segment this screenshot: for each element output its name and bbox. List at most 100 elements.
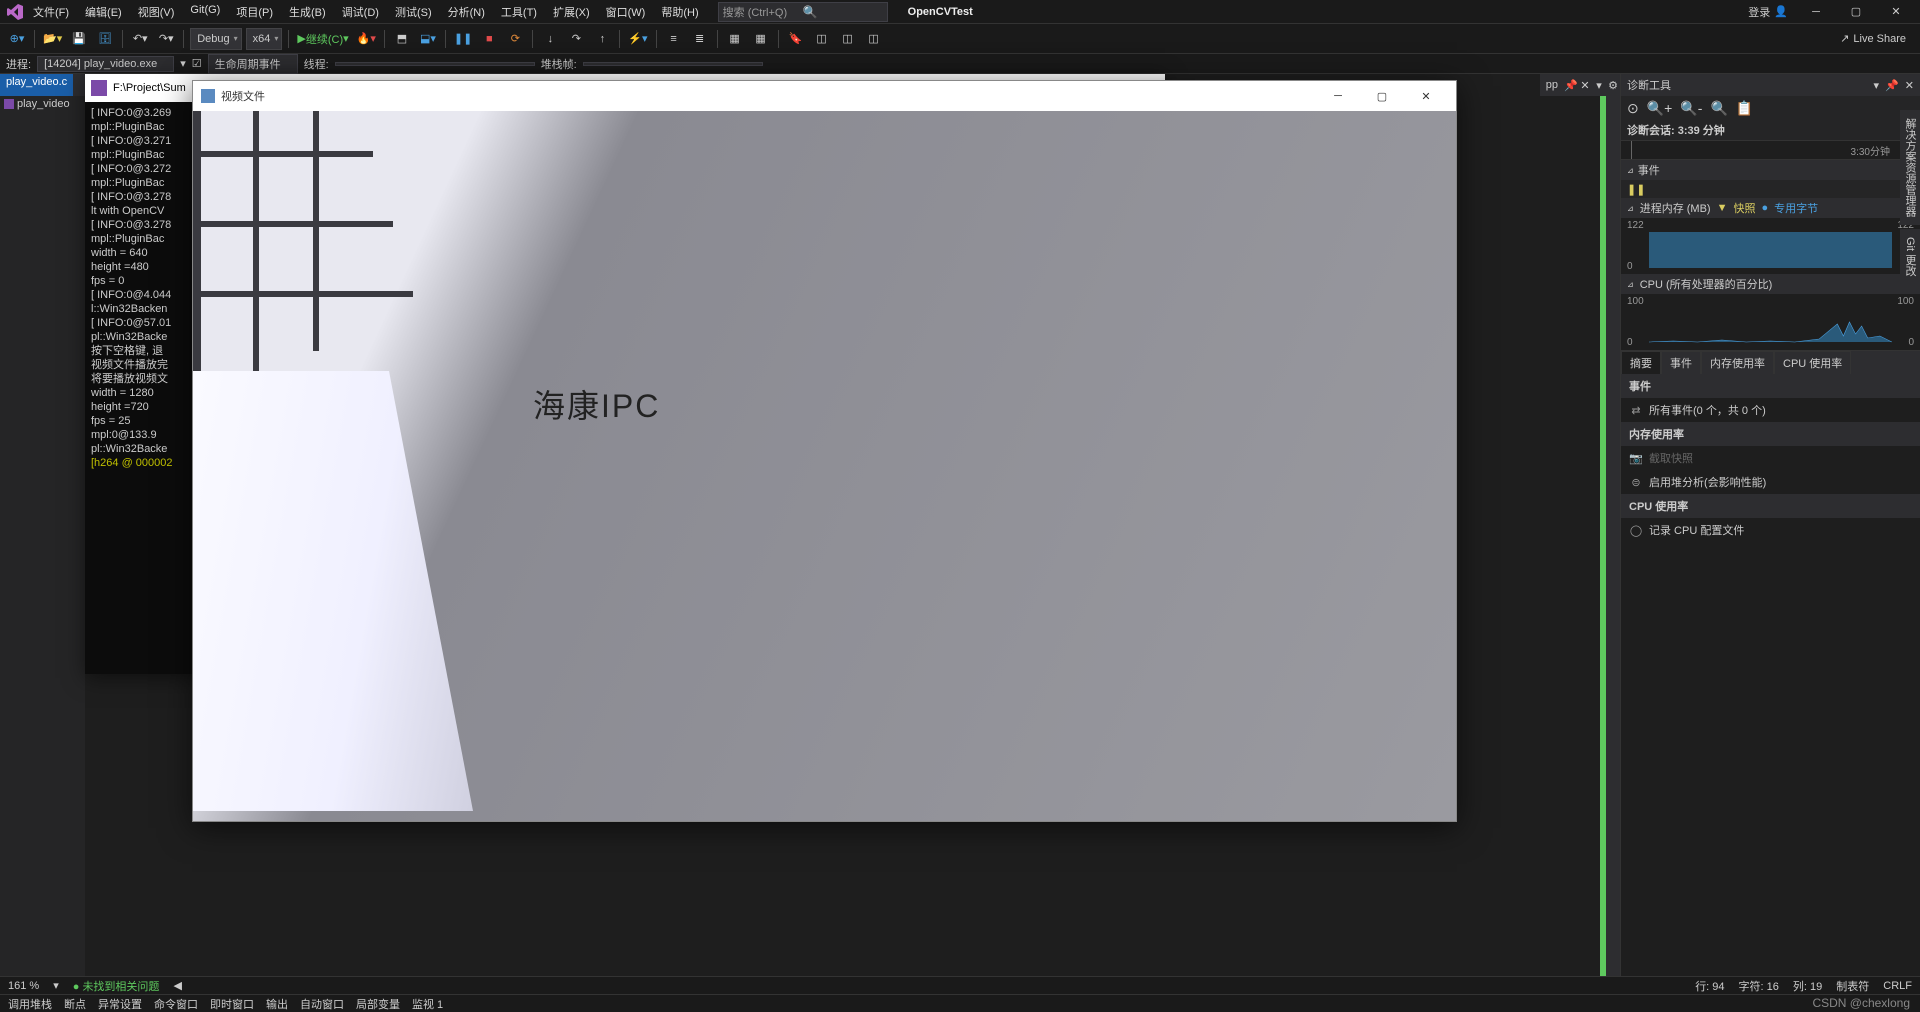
video-titlebar[interactable]: 视频文件 ─ ▢ ✕ bbox=[193, 81, 1456, 111]
diag-close-icon[interactable]: ✕ bbox=[1905, 79, 1914, 92]
sb-command[interactable]: 命令窗口 bbox=[154, 996, 198, 1012]
project-name: OpenCVTest bbox=[908, 6, 973, 18]
back-button[interactable]: ⊕▾ bbox=[6, 28, 28, 50]
menu-window[interactable]: 窗口(W) bbox=[599, 1, 653, 23]
tab-close-icon[interactable]: ✕ bbox=[1578, 79, 1592, 92]
sb-watch[interactable]: 监视 1 bbox=[412, 996, 443, 1012]
menu-view[interactable]: 视图(V) bbox=[131, 1, 182, 23]
menu-edit[interactable]: 编辑(E) bbox=[78, 1, 129, 23]
diag-all-events[interactable]: ⇄所有事件(0 个，共 0 个) bbox=[1621, 398, 1920, 422]
sb-autos[interactable]: 自动窗口 bbox=[300, 996, 344, 1012]
video-maximize[interactable]: ▢ bbox=[1360, 81, 1404, 111]
diag-cpu-header[interactable]: ⊿CPU (所有处理器的百分比) bbox=[1621, 274, 1920, 294]
diag-tool-3[interactable]: 🔍- bbox=[1680, 100, 1702, 117]
thread-dropdown[interactable] bbox=[335, 62, 535, 66]
diag-tool-5[interactable]: 📋 bbox=[1736, 100, 1753, 117]
menu-test[interactable]: 测试(S) bbox=[388, 1, 439, 23]
diag-memory-header[interactable]: ⊿进程内存 (MB)▼快照●专用字节 bbox=[1621, 198, 1920, 218]
diag-tab-cpu[interactable]: CPU 使用率 bbox=[1774, 351, 1851, 374]
tab-dropdown-icon[interactable]: ▾ bbox=[1592, 79, 1606, 92]
undo-button[interactable]: ↶▾ bbox=[129, 28, 151, 50]
search-placeholder: 搜索 (Ctrl+Q) bbox=[723, 4, 803, 20]
window-close[interactable]: ✕ bbox=[1876, 0, 1916, 24]
pin-icon[interactable]: 📌 bbox=[1564, 79, 1578, 92]
process-dropdown[interactable]: [14204] play_video.exe bbox=[37, 56, 174, 72]
gear-icon[interactable]: ⚙ bbox=[1606, 79, 1620, 92]
sb-locals[interactable]: 局部变量 bbox=[356, 996, 400, 1012]
diag-tab-events[interactable]: 事件 bbox=[1661, 351, 1701, 374]
video-close[interactable]: ✕ bbox=[1404, 81, 1448, 111]
toolbar-icon-10[interactable]: ◫ bbox=[863, 28, 885, 50]
menu-project[interactable]: 项目(P) bbox=[229, 1, 280, 23]
stop-button[interactable]: ■ bbox=[478, 28, 500, 50]
diag-dropdown-icon[interactable]: ▾ bbox=[1874, 79, 1880, 92]
toolbar-icon-6[interactable]: ▦ bbox=[724, 28, 746, 50]
toolbar-icon-7[interactable]: ▦ bbox=[750, 28, 772, 50]
platform-dropdown[interactable]: x64▾ bbox=[246, 28, 283, 50]
diag-heap-analysis[interactable]: ⊜启用堆分析(会影响性能) bbox=[1621, 470, 1920, 494]
continue-button[interactable]: ▶ 继续(C) ▾ bbox=[295, 28, 350, 50]
toolbar-icon-2[interactable]: ⬓▾ bbox=[417, 28, 439, 50]
stackframe-dropdown[interactable] bbox=[583, 62, 763, 66]
save-all-button[interactable]: 🗄 bbox=[94, 28, 116, 50]
diag-timeline[interactable]: 3:30分钟 bbox=[1621, 140, 1920, 160]
menu-file[interactable]: 文件(F) bbox=[26, 1, 76, 23]
config-dropdown[interactable]: Debug▾ bbox=[190, 28, 241, 50]
diag-cpu-profile[interactable]: ◯记录 CPU 配置文件 bbox=[1621, 518, 1920, 542]
diag-tool-2[interactable]: 🔍+ bbox=[1647, 100, 1673, 117]
line-ending[interactable]: CRLF bbox=[1883, 980, 1912, 992]
toolbar-icon-1[interactable]: ⬒ bbox=[391, 28, 413, 50]
window-maximize[interactable]: ▢ bbox=[1836, 0, 1876, 24]
vertical-scrollbar[interactable] bbox=[1606, 74, 1620, 976]
login-button[interactable]: 登录👤 bbox=[1748, 4, 1788, 20]
toolbar-icon-4[interactable]: ≡ bbox=[663, 28, 685, 50]
menu-tools[interactable]: 工具(T) bbox=[494, 1, 544, 23]
scroll-left-icon[interactable]: ◀ bbox=[173, 979, 181, 992]
bookmark-button[interactable]: 🔖 bbox=[785, 28, 807, 50]
diag-tab-memory[interactable]: 内存使用率 bbox=[1701, 351, 1774, 374]
zoom-level[interactable]: 161 % bbox=[8, 980, 39, 992]
sb-immediate[interactable]: 即时窗口 bbox=[210, 996, 254, 1012]
diag-tab-summary[interactable]: 摘要 bbox=[1621, 351, 1661, 374]
diag-pin-icon[interactable]: 📌 bbox=[1885, 79, 1899, 92]
toolbar-icon-8[interactable]: ◫ bbox=[811, 28, 833, 50]
toolbar-icon-9[interactable]: ◫ bbox=[837, 28, 859, 50]
toolbar-icon-5[interactable]: ≣ bbox=[689, 28, 711, 50]
diag-tool-4[interactable]: 🔍 bbox=[1710, 100, 1727, 117]
sb-breakpoints[interactable]: 断点 bbox=[64, 996, 86, 1012]
menu-build[interactable]: 生成(B) bbox=[282, 1, 333, 23]
menu-analyze[interactable]: 分析(N) bbox=[441, 1, 492, 23]
live-share-button[interactable]: ↗Live Share bbox=[1832, 32, 1914, 45]
left-tab[interactable]: play_video.c bbox=[0, 74, 73, 96]
menu-help[interactable]: 帮助(H) bbox=[654, 1, 705, 23]
sb-exceptions[interactable]: 异常设置 bbox=[98, 996, 142, 1012]
sb-callstack[interactable]: 调用堆栈 bbox=[8, 996, 52, 1012]
restart-button[interactable]: ⟳ bbox=[504, 28, 526, 50]
side-tab-solution[interactable]: 解决方案资源管理器 bbox=[1900, 110, 1920, 225]
step-into-button[interactable]: ↓ bbox=[539, 28, 561, 50]
sb-output[interactable]: 输出 bbox=[266, 996, 288, 1012]
lifecycle-dropdown[interactable]: 生命周期事件 bbox=[208, 54, 298, 74]
window-minimize[interactable]: ─ bbox=[1796, 0, 1836, 24]
diag-tool-1[interactable]: ⊙ bbox=[1627, 100, 1639, 117]
menu-extensions[interactable]: 扩展(X) bbox=[546, 1, 597, 23]
menu-debug[interactable]: 调试(D) bbox=[335, 1, 386, 23]
toolbar-icon-3[interactable]: ⚡▾ bbox=[626, 28, 649, 50]
indent-mode[interactable]: 制表符 bbox=[1836, 978, 1869, 994]
open-file-button[interactable]: 📂▾ bbox=[41, 28, 64, 50]
save-button[interactable]: 💾 bbox=[68, 28, 90, 50]
redo-button[interactable]: ↷▾ bbox=[155, 28, 177, 50]
search-input[interactable]: 搜索 (Ctrl+Q) 🔍 bbox=[718, 2, 888, 22]
pause-button[interactable]: ❚❚ bbox=[452, 28, 474, 50]
side-tab-git[interactable]: Git 更改 bbox=[1900, 229, 1920, 284]
diag-snapshot[interactable]: 📷截取快照 bbox=[1621, 446, 1920, 470]
menu-git[interactable]: Git(G) bbox=[183, 1, 227, 23]
video-minimize[interactable]: ─ bbox=[1316, 81, 1360, 111]
step-over-button[interactable]: ↷ bbox=[565, 28, 587, 50]
left-item[interactable]: play_video bbox=[0, 96, 85, 112]
issues-status[interactable]: ● 未找到相关问题 bbox=[73, 978, 160, 994]
editor-tab-cpp[interactable]: pp bbox=[1540, 77, 1564, 93]
diag-events-header[interactable]: ⊿事件 bbox=[1621, 160, 1920, 180]
step-out-button[interactable]: ↑ bbox=[591, 28, 613, 50]
hot-reload-button[interactable]: 🔥▾ bbox=[355, 28, 378, 50]
